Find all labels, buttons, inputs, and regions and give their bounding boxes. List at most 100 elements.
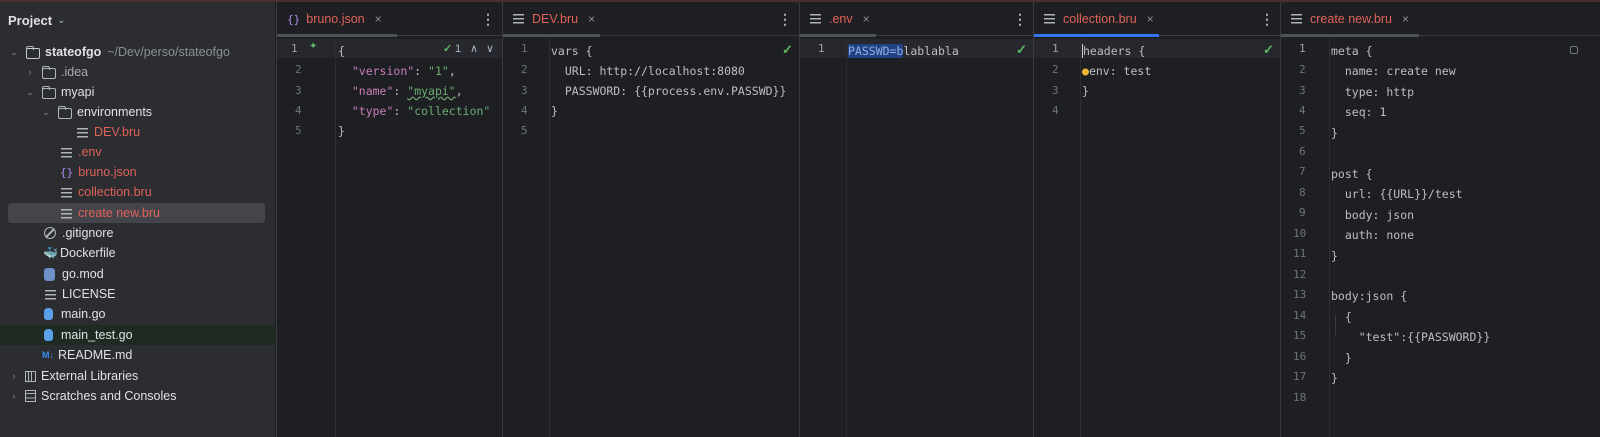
tree-item-label: Dockerfile: [60, 246, 116, 260]
code-line: body: json: [1331, 207, 1415, 222]
markdown-icon: M↓: [42, 350, 54, 360]
tree-item-external-libraries[interactable]: › External Libraries: [0, 366, 276, 386]
close-icon[interactable]: ×: [375, 12, 382, 26]
tree-item-myapi[interactable]: ⌄ myapi: [0, 82, 276, 102]
line-number: 3: [1299, 84, 1306, 97]
line-number: 4: [1299, 104, 1306, 117]
tree-item-readme[interactable]: M↓ README.md: [0, 345, 276, 365]
chevron-up-icon[interactable]: ∧: [470, 42, 478, 55]
tree-item-create-new-bru[interactable]: create new.bru: [8, 203, 265, 223]
line-number: 4: [1052, 104, 1059, 117]
project-panel-header[interactable]: Project ⌄: [0, 2, 275, 38]
lightbulb-icon[interactable]: ●: [1082, 64, 1089, 78]
tab-label: bruno.json: [306, 12, 365, 26]
more-options-icon[interactable]: ⋮: [1260, 11, 1274, 28]
more-options-icon[interactable]: ⋮: [778, 11, 792, 28]
line-number: 2: [295, 63, 302, 76]
tree-item-label: README.md: [58, 348, 133, 362]
code-area[interactable]: { "version": "1", "name": "myapi", "type…: [338, 41, 490, 141]
tab-label: DEV.bru: [532, 12, 579, 26]
tab-collection-bru[interactable]: collection.bru ×: [1034, 2, 1159, 37]
tab-bruno-json[interactable]: {} bruno.json ×: [277, 2, 397, 37]
json-key: "name": [351, 84, 394, 98]
code-line: }: [551, 104, 558, 118]
json-value: "1": [428, 64, 449, 78]
check-icon[interactable]: ✓: [782, 42, 793, 58]
tree-item-main-test-go[interactable]: main_test.go: [0, 325, 276, 345]
code-area[interactable]: vars { URL: http://localhost:8080 PASSWO…: [551, 41, 786, 121]
code-line: "test":{{PASSWORD}}: [1331, 330, 1491, 345]
code-line: vars {: [551, 44, 593, 58]
tab-env[interactable]: .env ×: [800, 2, 876, 37]
code-line: PASSWORD: {{process.env.PASSWD}}: [551, 84, 787, 98]
tree-item-collection-bru[interactable]: collection.bru: [0, 182, 276, 202]
editor-create-new-bru: create new.bru × 1 2 3 4 5 6 7 8 9 10 11…: [1280, 2, 1600, 437]
tab-label: .env: [829, 12, 853, 26]
gutter-separator: [1329, 38, 1330, 437]
code-line: }: [1331, 248, 1338, 263]
editor-dev-bru: DEV.bru × ⋮ 1 2 3 4 5 vars { URL: http:/…: [502, 2, 799, 437]
json-comma: ,: [455, 84, 463, 98]
tree-item-label: stateofgo: [45, 45, 102, 59]
code-line: }: [1082, 84, 1089, 98]
tree-item-label: .idea: [61, 65, 89, 79]
editor-tabbar: create new.bru ×: [1281, 2, 1600, 37]
tree-item-label: environments: [77, 105, 153, 119]
chevron-down-icon[interactable]: ⌄: [40, 107, 52, 118]
project-panel: Project ⌄ ⌄ stateofgo ~/Dev/perso/stateo…: [0, 2, 276, 437]
check-icon[interactable]: ✓: [1263, 42, 1274, 58]
inspection-widget-icon[interactable]: [1570, 46, 1578, 54]
chevron-down-icon[interactable]: ∨: [486, 42, 494, 55]
code-area[interactable]: headers { ●env: test }: [1082, 41, 1151, 101]
chevron-right-icon[interactable]: ›: [8, 391, 20, 401]
tree-item-scratches[interactable]: › Scratches and Consoles: [0, 386, 276, 406]
file-lines-icon: [61, 208, 72, 220]
file-lines-icon: [77, 127, 88, 139]
close-icon[interactable]: ×: [863, 12, 870, 26]
line-number: 2: [1052, 63, 1059, 76]
more-options-icon[interactable]: ⋮: [1013, 11, 1027, 28]
json-colon: :: [393, 84, 408, 98]
tree-item-label: main.go: [61, 307, 106, 321]
tree-item-env[interactable]: .env: [0, 142, 276, 162]
tree-item-label: External Libraries: [41, 369, 139, 383]
tree-item-stateofgo[interactable]: ⌄ stateofgo ~/Dev/perso/stateofgo: [0, 42, 276, 62]
tree-item-go-mod[interactable]: go.mod: [0, 264, 276, 284]
tab-create-new-bru[interactable]: create new.bru ×: [1281, 2, 1419, 37]
scratches-icon: [25, 390, 36, 402]
chevron-right-icon[interactable]: ›: [8, 371, 20, 381]
tab-dev-bru[interactable]: DEV.bru ×: [503, 2, 600, 37]
go-test-file-icon: [44, 329, 53, 341]
tree-item-idea[interactable]: › .idea: [0, 62, 276, 82]
close-icon[interactable]: ×: [1147, 12, 1154, 26]
editor-tabbar: collection.bru × ⋮: [1034, 2, 1280, 37]
line-number: 5: [1299, 124, 1306, 137]
tree-item-gitignore[interactable]: .gitignore: [0, 223, 276, 243]
more-options-icon[interactable]: ⋮: [481, 11, 495, 28]
check-icon[interactable]: ✓: [1016, 42, 1027, 58]
tree-item-environments[interactable]: ⌄ environments: [0, 102, 276, 122]
chevron-down-icon[interactable]: ⌄: [24, 87, 36, 98]
tree-item-dockerfile[interactable]: 🐳 Dockerfile: [0, 243, 276, 263]
editor-env: .env × ⋮ 1 PASSWD=blablabla ✓: [799, 2, 1033, 437]
close-icon[interactable]: ×: [588, 12, 595, 26]
json-colon: :: [414, 64, 429, 78]
code-area[interactable]: PASSWD=blablabla: [848, 41, 959, 61]
close-icon[interactable]: ×: [1402, 12, 1409, 26]
tab-underline: [800, 34, 876, 37]
chevron-down-icon[interactable]: ⌄: [8, 47, 20, 58]
code-line: }: [1331, 350, 1352, 365]
tree-item-label: .env: [78, 145, 102, 159]
tree-item-main-go[interactable]: main.go: [0, 304, 276, 324]
chevron-right-icon[interactable]: ›: [24, 67, 36, 77]
check-icon[interactable]: ✓: [443, 42, 452, 55]
code-line: post {: [1331, 166, 1373, 181]
tree-item-bruno-json[interactable]: {} bruno.json: [0, 162, 276, 182]
tree-item-license[interactable]: LICENSE: [0, 284, 276, 304]
chevron-down-icon[interactable]: ⌄: [57, 15, 65, 26]
tree-item-label: create new.bru: [78, 206, 160, 220]
tree-item-dev-bru[interactable]: DEV.bru: [0, 122, 276, 142]
line-number: 11: [1293, 247, 1307, 260]
code-area[interactable]: meta { name: create new type: http seq: …: [1331, 41, 1490, 389]
code-text: lablabla: [903, 44, 959, 58]
